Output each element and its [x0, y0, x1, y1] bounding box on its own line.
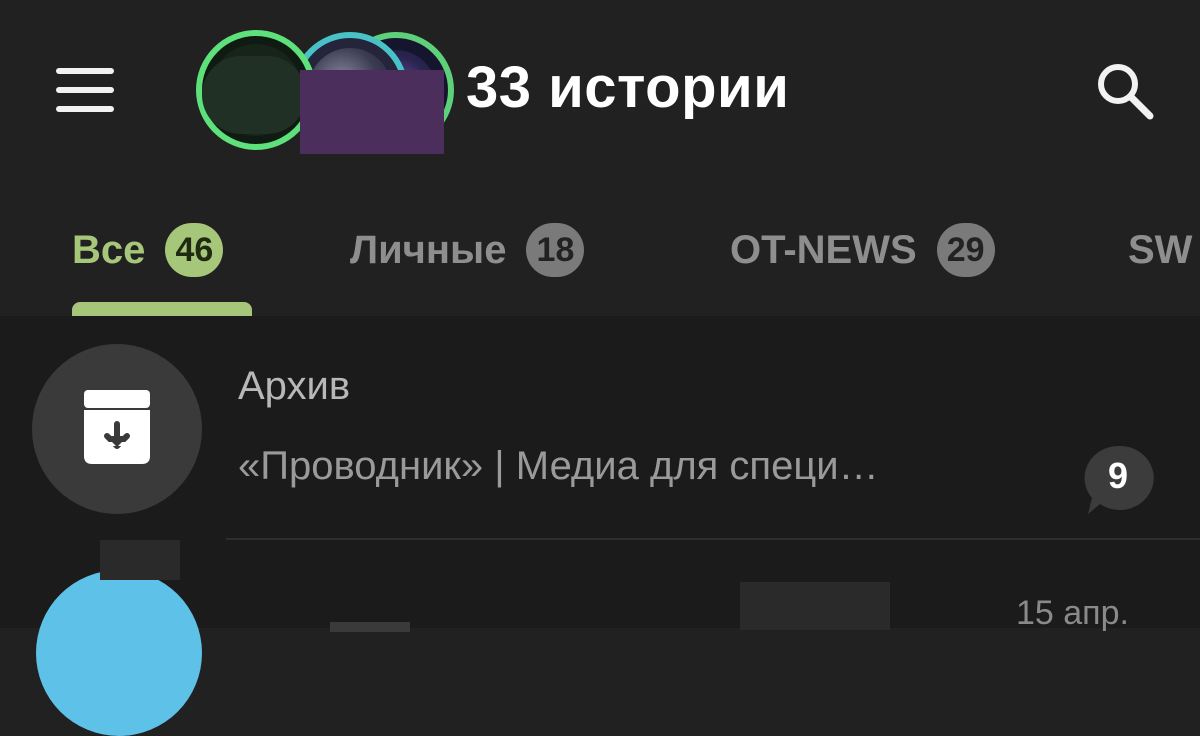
- tab-personal[interactable]: Личные 18: [350, 220, 585, 280]
- tab-sw[interactable]: SW: [1128, 220, 1192, 280]
- unread-count-badge: 9: [1082, 444, 1154, 516]
- archive-preview: «Проводник» | Медиа для специ…: [238, 444, 879, 488]
- tab-label: SW: [1128, 227, 1193, 272]
- tab-ot-news[interactable]: OT-NEWS 29: [730, 220, 995, 280]
- unread-count: 9: [1107, 455, 1129, 496]
- chat-row[interactable]: 15 апр.: [0, 540, 1200, 736]
- tab-label: Личные: [350, 227, 507, 272]
- folder-tabs: Все 46 Личные 18 OT-NEWS 29 SW: [0, 200, 1200, 316]
- archive-title: Архив: [238, 364, 351, 408]
- tab-count-badge: 46: [165, 223, 224, 277]
- tab-count-badge: 29: [936, 223, 995, 277]
- archive-row[interactable]: Архив «Проводник» | Медиа для специ… 9: [0, 316, 1200, 540]
- tab-label: OT-NEWS: [730, 227, 917, 272]
- tab-count-badge: 18: [526, 223, 585, 277]
- tab-all[interactable]: Все 46: [72, 220, 224, 280]
- archive-avatar: [32, 344, 202, 514]
- redaction-mark: [330, 622, 410, 632]
- redaction-mark: [100, 540, 180, 580]
- stories-avatars[interactable]: [196, 28, 456, 154]
- hamburger-menu-icon[interactable]: [56, 68, 114, 112]
- redaction-mark: [202, 56, 306, 134]
- search-icon[interactable]: [1092, 58, 1158, 124]
- stories-title[interactable]: 33 истории: [466, 54, 789, 121]
- redaction-mark: [300, 70, 444, 154]
- chat-timestamp: 15 апр.: [1016, 594, 1129, 632]
- tab-label: Все: [72, 227, 146, 272]
- top-app-bar: 33 истории: [0, 0, 1200, 180]
- archive-box-icon: [84, 390, 150, 464]
- chat-list: Архив «Проводник» | Медиа для специ… 9 1…: [0, 316, 1200, 736]
- active-tab-indicator: [72, 302, 252, 316]
- avatar: [36, 570, 202, 736]
- redaction-mark: [740, 582, 890, 630]
